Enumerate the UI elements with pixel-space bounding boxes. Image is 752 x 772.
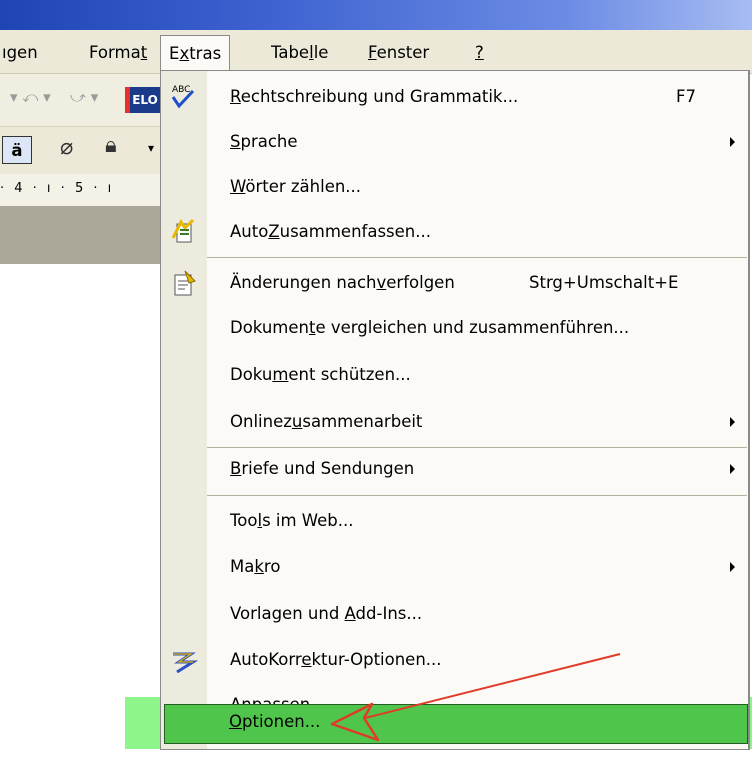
annotation-arrow: [330, 653, 621, 742]
annotation-arrow-icon: [330, 653, 621, 742]
